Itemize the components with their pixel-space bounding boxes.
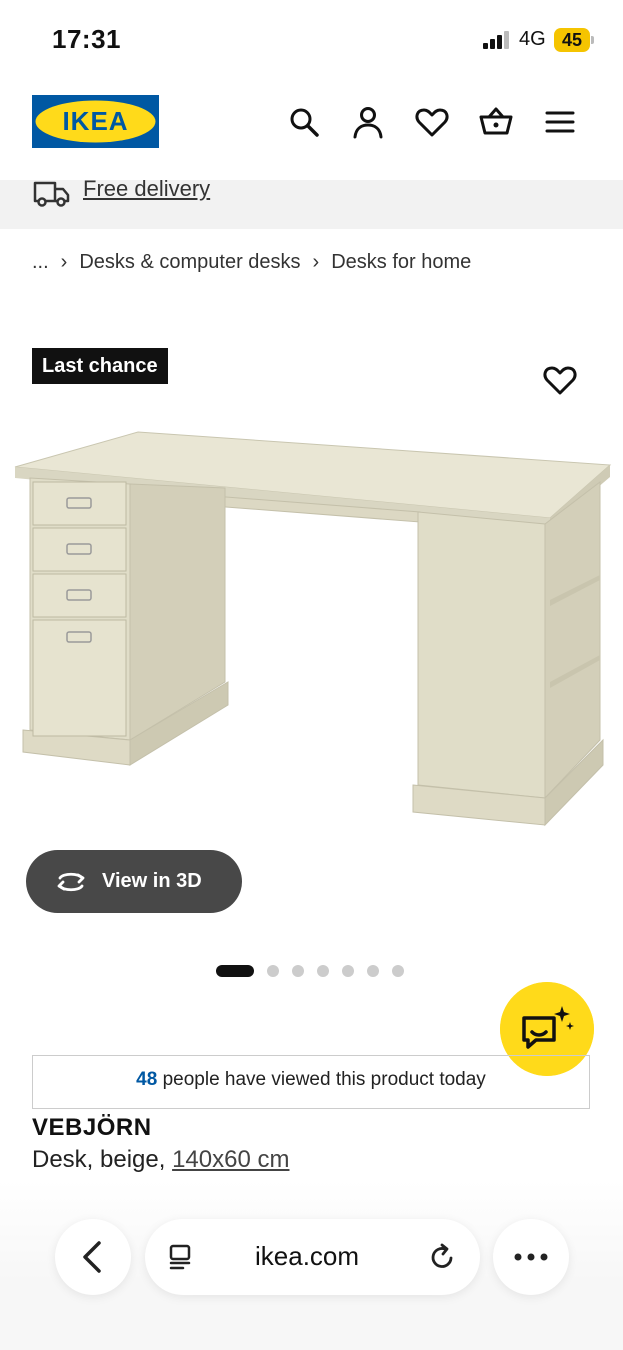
carousel-dot-2[interactable]	[267, 965, 279, 977]
chevron-right-icon: ›	[312, 251, 320, 273]
reader-view-icon[interactable]	[167, 1243, 195, 1271]
ikea-logo[interactable]: IKEA	[32, 95, 159, 148]
status-time: 17:31	[52, 24, 121, 54]
last-chance-badge: Last chance	[32, 348, 168, 384]
product-size-link[interactable]: 140x60 cm	[172, 1146, 289, 1173]
browser-more-button[interactable]	[493, 1219, 569, 1295]
free-delivery-link[interactable]: Free delivery	[83, 176, 210, 202]
social-proof-banner: 48 people have viewed this product today	[32, 1055, 590, 1109]
menu-icon[interactable]	[542, 104, 578, 140]
search-icon[interactable]	[286, 104, 322, 140]
carousel-dot-4[interactable]	[317, 965, 329, 977]
logo-text: IKEA	[62, 106, 128, 136]
product-name: VEBJÖRN	[32, 1114, 152, 1141]
cellular-signal-icon	[483, 31, 509, 49]
url-text: ikea.com	[255, 1241, 360, 1271]
carousel-dot-3[interactable]	[292, 965, 304, 977]
image-carousel-indicator	[216, 965, 404, 977]
breadcrumb-desks-for-home[interactable]: Desks for home	[331, 251, 471, 274]
add-to-favourites-heart-icon[interactable]	[542, 362, 578, 398]
view-in-3d-label: View in 3D	[102, 870, 202, 892]
reload-icon[interactable]	[429, 1243, 457, 1271]
view-in-3d-button[interactable]: View in 3D	[26, 850, 242, 913]
carousel-dot-1[interactable]	[216, 965, 254, 977]
breadcrumb: ... › Desks & computer desks › Desks for…	[32, 251, 471, 274]
browser-back-button[interactable]	[55, 1219, 131, 1295]
viewed-text: people have viewed this product today	[162, 1069, 486, 1090]
carousel-dot-6[interactable]	[367, 965, 379, 977]
chevron-right-icon: ›	[60, 251, 68, 273]
basket-icon[interactable]	[478, 104, 514, 140]
breadcrumb-ellipsis[interactable]: ...	[32, 251, 49, 274]
battery-tip	[591, 36, 594, 44]
address-bar[interactable]: ikea.com	[145, 1219, 480, 1295]
favourites-icon[interactable]	[414, 104, 450, 140]
chevron-left-icon	[83, 1241, 101, 1273]
carousel-dot-7[interactable]	[392, 965, 404, 977]
product-image[interactable]	[10, 420, 615, 850]
product-description: Desk, beige,	[32, 1146, 166, 1173]
breadcrumb-desks-computer-desks[interactable]: Desks & computer desks	[79, 251, 300, 274]
rotate-3d-icon	[57, 872, 85, 891]
battery-indicator: 45	[554, 28, 590, 52]
more-dots-icon	[514, 1253, 548, 1261]
network-type: 4G	[519, 28, 546, 50]
truck-icon	[33, 181, 70, 207]
viewed-count: 48	[136, 1069, 158, 1090]
account-icon[interactable]	[350, 104, 386, 140]
carousel-dot-5[interactable]	[342, 965, 354, 977]
